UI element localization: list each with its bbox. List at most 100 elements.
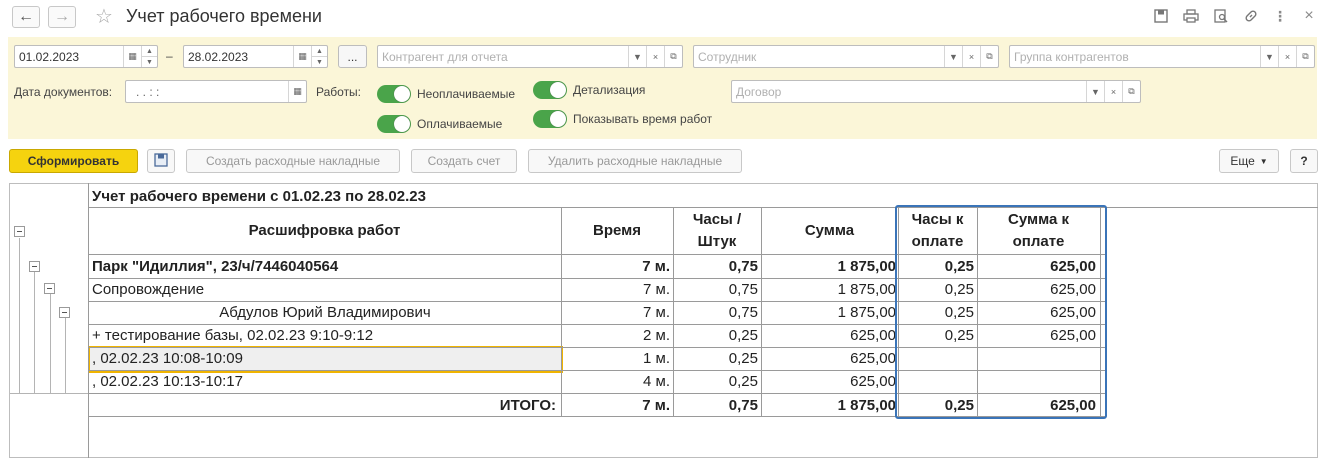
- chevron-down-icon: ▼: [1259, 156, 1268, 166]
- tree-line: [10, 393, 88, 394]
- more-button[interactable]: Еще ▼: [1219, 149, 1279, 173]
- row-time: 2 м.: [643, 327, 670, 344]
- tree-line: [50, 294, 51, 393]
- save-icon[interactable]: [1152, 7, 1170, 25]
- row-hours: 0,75: [728, 281, 758, 298]
- more-vert-icon[interactable]: ⋮: [1271, 7, 1289, 25]
- doc-date-field[interactable]: . . : : ▦: [125, 80, 307, 103]
- row-hours: 0,25: [728, 373, 758, 390]
- counterparty-field[interactable]: Контрагент для отчета ▼ × ⧉: [377, 45, 683, 68]
- date-to-stepper[interactable]: ▲ ▼: [311, 46, 327, 67]
- back-arrow-icon: ←: [18, 8, 34, 25]
- create-invoices-button[interactable]: Создать расходные накладные: [186, 149, 400, 173]
- print-icon[interactable]: [1182, 7, 1200, 25]
- row-hours: 0,75: [728, 304, 758, 321]
- date-from-field[interactable]: 01.02.2023 ▦ ▲ ▼: [14, 45, 158, 68]
- counterparty-placeholder: Контрагент для отчета: [382, 49, 508, 64]
- collapse-icon[interactable]: [29, 261, 40, 272]
- row-desc: Абдулов Юрий Владимирович: [219, 304, 431, 321]
- delete-invoices-button[interactable]: Удалить расходные накладные: [528, 149, 742, 173]
- tree-line: [19, 238, 20, 393]
- row-sum: 625,00: [850, 350, 896, 367]
- close-icon[interactable]: ×: [1300, 7, 1318, 25]
- works-label: Работы:: [316, 85, 362, 99]
- collapse-icon[interactable]: [14, 226, 25, 237]
- row-sum: 1 875,00: [837, 281, 896, 298]
- header-hours-1: Часы /: [692, 211, 742, 228]
- more-button-label: Еще: [1230, 154, 1255, 168]
- period-select-button[interactable]: ...: [338, 45, 367, 68]
- calendar-icon[interactable]: ▦: [123, 46, 141, 67]
- total-sum: 1 875,00: [837, 397, 896, 414]
- row-time: 4 м.: [643, 373, 670, 390]
- doc-date-label: Дата документов:: [14, 85, 113, 99]
- calendar-icon[interactable]: ▦: [293, 46, 311, 67]
- employee-field[interactable]: Сотрудник ▼ × ⧉: [693, 45, 999, 68]
- preview-icon[interactable]: [1212, 7, 1230, 25]
- row-desc: + тестирование базы, 02.02.23 9:10-9:12: [92, 327, 374, 344]
- row-sum: 625,00: [850, 327, 896, 344]
- row-hours: 0,25: [728, 327, 758, 344]
- total-hours: 0,75: [728, 397, 758, 414]
- row-desc: , 02.02.23 10:13-10:17: [92, 373, 243, 390]
- row-desc: Сопровождение: [92, 281, 205, 298]
- clear-icon[interactable]: ×: [1278, 46, 1296, 67]
- header-sum: Сумма: [804, 222, 855, 239]
- save-report-button[interactable]: [147, 149, 175, 173]
- dropdown-icon[interactable]: ▼: [944, 46, 962, 67]
- row-sum: 1 875,00: [837, 258, 896, 275]
- dropdown-icon[interactable]: ▼: [1260, 46, 1278, 67]
- toggle-show-time[interactable]: [533, 110, 567, 128]
- row-hours: 0,25: [728, 350, 758, 367]
- create-bill-button[interactable]: Создать счет: [411, 149, 517, 173]
- tree-line: [34, 272, 35, 393]
- date-to-field[interactable]: 28.02.2023 ▦ ▲ ▼: [183, 45, 328, 68]
- forward-button[interactable]: →: [48, 6, 76, 28]
- row-hours: 0,75: [728, 258, 758, 275]
- employee-placeholder: Сотрудник: [698, 49, 757, 64]
- help-button[interactable]: ?: [1290, 149, 1318, 173]
- collapse-icon[interactable]: [59, 307, 70, 318]
- toggle-detail-label: Детализация: [573, 83, 646, 97]
- row-time: 7 м.: [643, 304, 670, 321]
- row-time: 7 м.: [643, 281, 670, 298]
- contract-placeholder: Договор: [736, 84, 782, 99]
- row-time: 7 м.: [642, 258, 670, 275]
- back-button[interactable]: ←: [12, 6, 40, 28]
- open-icon[interactable]: ⧉: [1296, 46, 1314, 67]
- clear-icon[interactable]: ×: [1104, 81, 1122, 102]
- tree-line: [65, 318, 66, 393]
- open-icon[interactable]: ⧉: [1122, 81, 1140, 102]
- star-icon[interactable]: ☆: [95, 4, 113, 29]
- group-field[interactable]: Группа контрагентов ▼ × ⧉: [1009, 45, 1315, 68]
- toggle-detail[interactable]: [533, 81, 567, 99]
- date-from-stepper[interactable]: ▲ ▼: [141, 46, 157, 67]
- row-desc: , 02.02.23 10:08-10:09: [92, 350, 243, 367]
- dropdown-icon[interactable]: ▼: [628, 46, 646, 67]
- date-from-value: 01.02.2023: [19, 49, 80, 64]
- toggle-paid[interactable]: [377, 115, 411, 133]
- save-icon: [154, 152, 168, 170]
- row-sum: 1 875,00: [837, 304, 896, 321]
- calendar-icon[interactable]: ▦: [288, 81, 306, 102]
- toggle-unpaid-label: Неоплачиваемые: [417, 87, 516, 101]
- row-desc: Парк "Идиллия", 23/ч/7446040564: [92, 258, 339, 275]
- generate-button[interactable]: Сформировать: [9, 149, 138, 173]
- open-icon[interactable]: ⧉: [980, 46, 998, 67]
- group-placeholder: Группа контрагентов: [1014, 49, 1129, 64]
- link-icon[interactable]: [1242, 7, 1260, 25]
- clear-icon[interactable]: ×: [962, 46, 980, 67]
- dropdown-icon[interactable]: ▼: [1086, 81, 1104, 102]
- clear-icon[interactable]: ×: [646, 46, 664, 67]
- open-icon[interactable]: ⧉: [664, 46, 682, 67]
- contract-field[interactable]: Договор ▼ × ⧉: [731, 80, 1141, 103]
- total-time: 7 м.: [642, 397, 670, 414]
- date-to-value: 28.02.2023: [188, 49, 249, 64]
- collapse-icon[interactable]: [44, 283, 55, 294]
- row-sum: 625,00: [850, 373, 896, 390]
- header-hours-2: Штук: [697, 233, 737, 250]
- date-range-dash: –: [166, 49, 173, 63]
- toggle-unpaid[interactable]: [377, 85, 411, 103]
- toggle-paid-label: Оплачиваемые: [417, 117, 503, 131]
- total-label: ИТОГО:: [499, 397, 556, 414]
